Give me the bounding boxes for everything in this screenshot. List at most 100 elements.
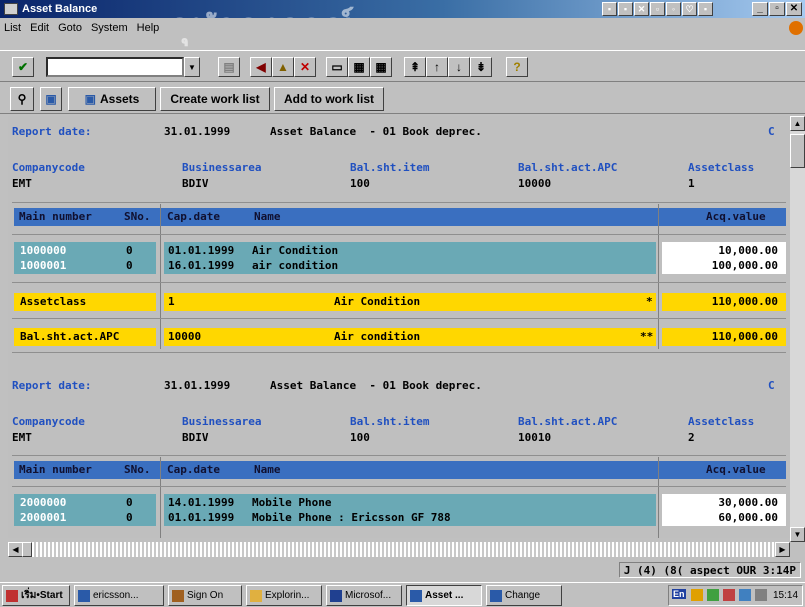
report-date: 31.01.1999 [164, 125, 231, 138]
display-asset-icon[interactable]: ⚲ [10, 87, 34, 111]
report-date: 31.01.1999 [164, 379, 231, 392]
scroll-down-icon[interactable]: ▼ [790, 527, 805, 542]
next-page-icon[interactable]: ↓ [448, 57, 470, 77]
col-name: Name [254, 210, 281, 223]
task-icon-1[interactable]: ▪ [602, 2, 617, 16]
task-label: Microsof... [345, 590, 392, 601]
task-explorer[interactable]: Explorin... [246, 585, 322, 606]
name-cell: Mobile Phone : Ericsson GF 788 [252, 511, 451, 524]
menu-edit[interactable]: Edit [30, 22, 49, 34]
people-icon [172, 589, 184, 602]
language-indicator[interactable]: En [672, 589, 686, 599]
minimize-button[interactable]: _ [752, 2, 768, 16]
command-field[interactable] [46, 57, 184, 77]
assets-button[interactable]: ▣ Assets [68, 87, 156, 111]
select-icon[interactable]: ▣ [40, 87, 62, 111]
total-value: 110,000.00 [711, 295, 778, 308]
tray-icon-app[interactable] [723, 589, 735, 601]
menu-system[interactable]: System [91, 22, 128, 34]
column-separator [160, 457, 161, 538]
find-next-icon[interactable]: ▦ [370, 57, 392, 77]
task-sign-on[interactable]: Sign On [168, 585, 242, 606]
divider [12, 455, 786, 456]
find-icon[interactable]: ▦ [348, 57, 370, 77]
vertical-scrollbar[interactable]: ▲ ▼ [790, 116, 805, 542]
task-icon-5[interactable]: ◦ [666, 2, 681, 16]
restore-button[interactable]: ▫ [769, 2, 785, 16]
add-to-work-list-button[interactable]: Add to work list [274, 87, 384, 111]
divider [12, 282, 786, 283]
column-separator [658, 457, 659, 538]
report-date-label: Report date: [12, 125, 92, 138]
help-icon[interactable]: ? [506, 57, 528, 77]
report-title: Asset Balance - 01 Book deprec. [270, 379, 482, 392]
header-companycode: Companycode [12, 415, 85, 428]
task-icon-4[interactable]: ▫ [650, 2, 665, 16]
report-list: Report date: 31.01.1999 Asset Balance - … [8, 116, 790, 538]
task-icon-2[interactable]: ▪ [618, 2, 633, 16]
task-icon-3[interactable]: ✕ [634, 2, 649, 16]
report-corner-letter: C [768, 379, 775, 392]
cancel-icon[interactable]: ✕ [294, 57, 316, 77]
assets-label: Assets [99, 92, 140, 106]
scroll-right-icon[interactable]: ▶ [775, 542, 790, 557]
sno-cell: 0 [126, 511, 133, 524]
task-icon-6[interactable]: ♡ [682, 2, 697, 16]
header-bal-sht-act-apc: Bal.sht.act.APC [518, 415, 618, 428]
header-bal-sht-item: Bal.sht.item [350, 415, 430, 428]
col-main-number: Main number [19, 463, 92, 476]
menu-bar: List Edit Goto System Help [0, 18, 805, 38]
divider [12, 234, 786, 235]
scroll-thumb[interactable] [790, 134, 805, 168]
total-name: Air Condition [334, 295, 421, 308]
explorer-icon [250, 589, 262, 602]
menu-help[interactable]: Help [137, 22, 160, 34]
task-label: Change [505, 590, 541, 601]
print-icon[interactable]: ▭ [326, 57, 348, 77]
sap-logo-icon [789, 21, 803, 35]
speaker-icon[interactable] [691, 589, 703, 601]
start-button[interactable]: เริ่ม•Start [2, 585, 70, 606]
system-tray: En 15:14 [668, 585, 803, 606]
sap-window-icon [490, 589, 502, 602]
total-mark: ** [640, 330, 654, 343]
cap-date-cell: 01.01.1999 [168, 511, 235, 524]
menu-list[interactable]: List [4, 22, 21, 34]
value-bal-sht-act-apc: 10010 [518, 431, 552, 444]
task-asset[interactable]: Asset ... [406, 585, 482, 606]
tray-icon-people[interactable] [707, 589, 719, 601]
main-number-cell: 1000001 [20, 259, 67, 272]
task-icon-7[interactable]: ▪ [698, 2, 713, 16]
total-key: 1 [168, 295, 175, 308]
create-work-list-button[interactable]: Create work list [160, 87, 270, 111]
command-dropdown-icon[interactable]: ▼ [184, 57, 200, 77]
tray-icon-network[interactable] [739, 589, 751, 601]
close-button[interactable]: ✕ [786, 2, 802, 16]
last-page-icon[interactable]: ⇟ [470, 57, 492, 77]
back-icon[interactable]: ◀ [250, 57, 272, 77]
menu-goto[interactable]: Goto [58, 22, 82, 34]
task-change[interactable]: Change [486, 585, 562, 606]
save-icon[interactable]: ▤ [218, 57, 240, 77]
task-label: Asset ... [425, 590, 464, 601]
header-businessarea: Businessarea [182, 415, 262, 428]
task-microsoft[interactable]: Microsof... [326, 585, 402, 606]
sap-window-icon [410, 589, 422, 602]
horizontal-scrollbar[interactable]: ◀ ▶ [8, 542, 790, 557]
exit-icon[interactable]: ▲ [272, 57, 294, 77]
scroll-up-icon[interactable]: ▲ [790, 116, 805, 131]
scroll-left-icon[interactable]: ◀ [8, 542, 23, 557]
cap-date-cell: 14.01.1999 [168, 496, 235, 509]
task-ericsson[interactable]: ericsson... [74, 585, 164, 606]
start-label: เริ่ม•Start [21, 590, 63, 601]
total-label: Bal.sht.act.APC [20, 330, 120, 343]
tray-icon-misc[interactable] [755, 589, 767, 601]
previous-page-icon[interactable]: ↑ [426, 57, 448, 77]
first-page-icon[interactable]: ⇞ [404, 57, 426, 77]
enter-check-icon[interactable]: ✔ [12, 57, 34, 77]
value-companycode: EMT [12, 177, 32, 190]
scroll-thumb[interactable] [22, 542, 32, 557]
value-assetclass: 2 [688, 431, 695, 444]
header-bal-sht-act-apc: Bal.sht.act.APC [518, 161, 618, 174]
name-cell: air condition [252, 259, 339, 272]
